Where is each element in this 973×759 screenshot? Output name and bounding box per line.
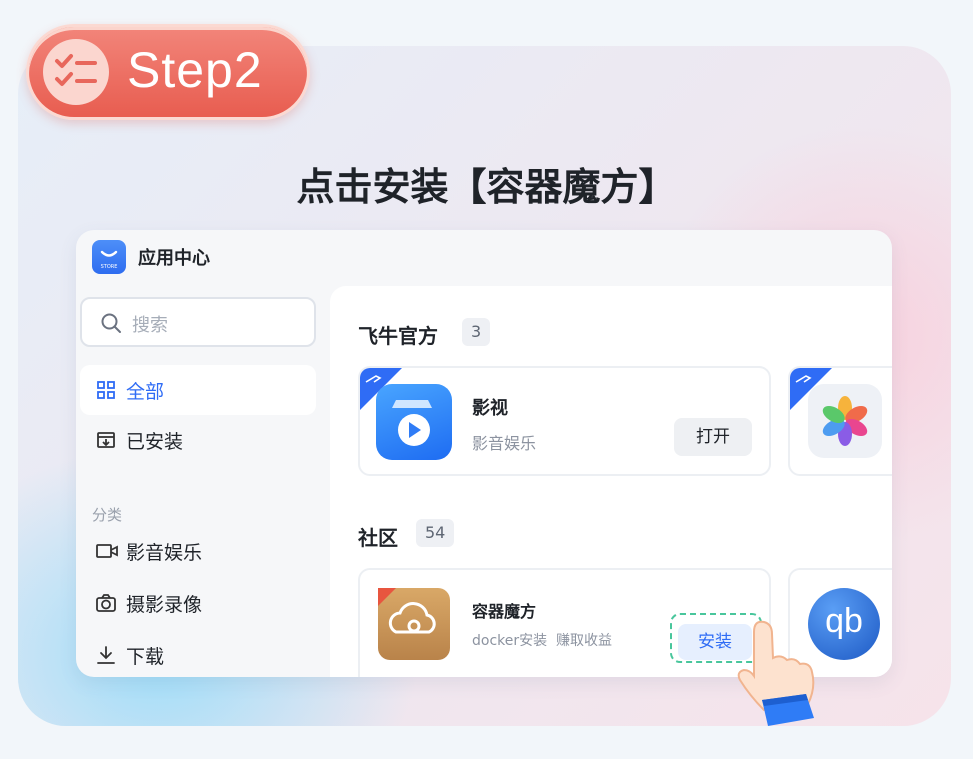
group-count-badge: 3 (462, 318, 491, 346)
grid-icon (96, 380, 116, 400)
group-title-official: 飞牛官方 (358, 324, 438, 348)
photos-app-icon (808, 384, 882, 458)
instruction-heading: 点击安装【容器魔方】 (296, 165, 677, 209)
sidebar-item-label: 下载 (126, 646, 165, 668)
category-section-label: 分类 (92, 506, 123, 524)
open-button[interactable]: 打开 (674, 418, 752, 456)
installed-box-icon (96, 430, 116, 450)
group-title-community: 社区 (358, 526, 398, 550)
step-badge: Step2 (26, 24, 310, 120)
video-camera-icon (96, 541, 118, 561)
store-logo-text: STORE (101, 264, 118, 270)
sidebar-item-label: 摄影录像 (126, 594, 203, 616)
container-cube-app-icon (378, 588, 450, 660)
video-app-icon (376, 384, 452, 460)
search-placeholder: 搜索 (132, 315, 168, 336)
titlebar: STORE 应用中心 (76, 230, 892, 286)
pointing-hand-icon (737, 620, 815, 726)
sidebar: 搜索 全部 已安装 分类 影音娱乐 摄影录像 下载 (76, 286, 326, 677)
app-name: 容器魔方 (472, 602, 537, 621)
sidebar-item-download[interactable]: 下载 (80, 630, 316, 677)
checklist-icon (43, 39, 109, 105)
sidebar-item-photography[interactable]: 摄影录像 (80, 578, 316, 628)
camera-icon (96, 593, 116, 613)
search-input[interactable]: 搜索 (80, 297, 316, 347)
app-card-photos[interactable] (788, 366, 892, 476)
sidebar-item-label: 影音娱乐 (126, 542, 203, 564)
sidebar-item-label: 全部 (126, 381, 165, 403)
sidebar-item-installed[interactable]: 已安装 (80, 415, 316, 465)
download-icon (96, 645, 116, 665)
search-icon (100, 312, 122, 338)
step-label: Step2 (127, 42, 263, 98)
app-card-video[interactable]: 影视 影音娱乐 打开 (358, 366, 771, 476)
sidebar-item-label: 已安装 (126, 431, 184, 453)
sidebar-item-video-entertainment[interactable]: 影音娱乐 (80, 526, 316, 576)
app-desc: docker安装 赚取收益 (472, 633, 613, 649)
sidebar-item-all[interactable]: 全部 (80, 365, 316, 415)
app-name: 影视 (472, 398, 508, 419)
group-count-badge: 54 (416, 519, 455, 547)
app-desc: 影音娱乐 (472, 434, 537, 453)
store-logo-icon: STORE (92, 240, 126, 274)
window-title: 应用中心 (138, 248, 210, 269)
